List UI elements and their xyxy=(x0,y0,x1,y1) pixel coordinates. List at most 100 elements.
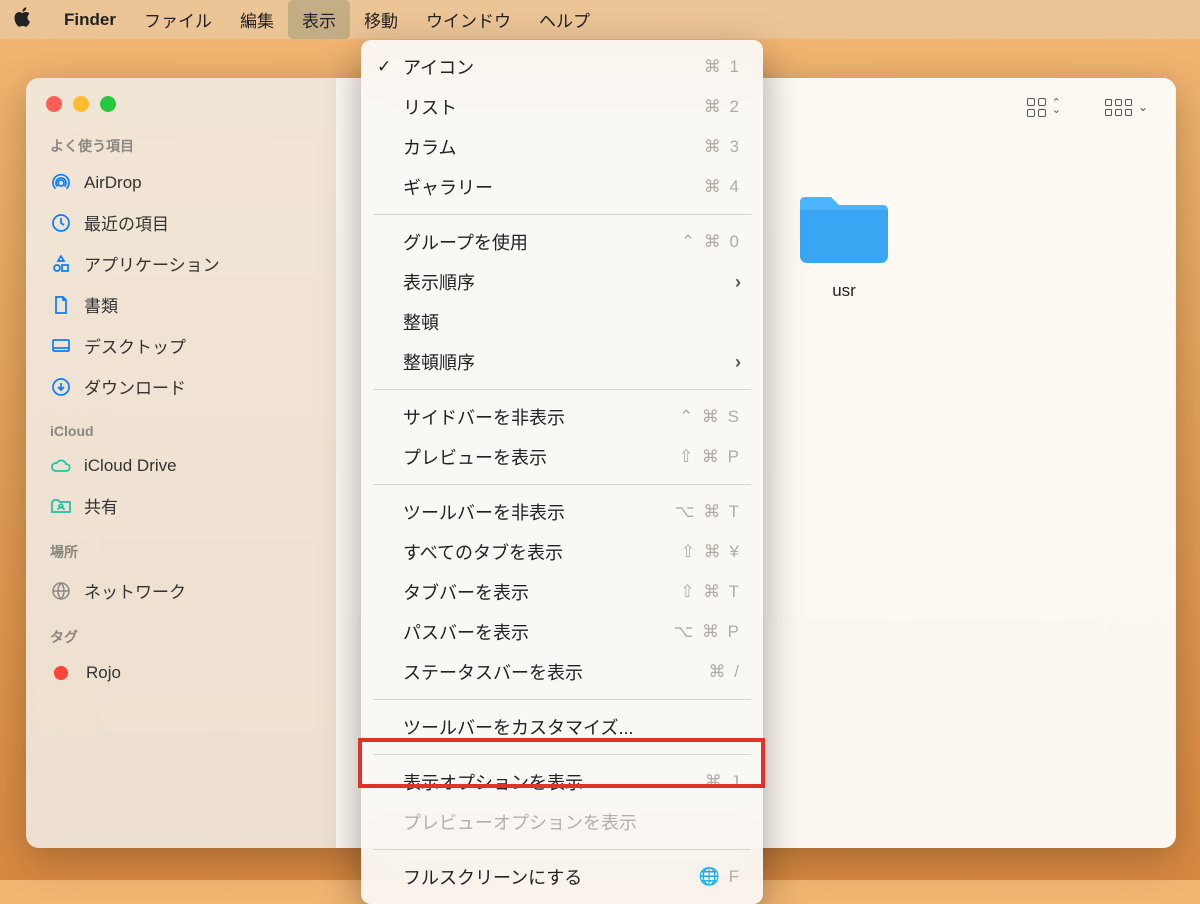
menu-hide-toolbar[interactable]: ツールバーを非表示 ⌥ ⌘ T xyxy=(361,492,763,532)
menu-item-label: パスバーを表示 xyxy=(403,619,529,645)
menu-use-groups[interactable]: グループを使用⌃ ⌘ 0 xyxy=(361,222,763,262)
menu-item-label: リスト xyxy=(403,94,457,120)
zoom-button[interactable] xyxy=(100,96,116,112)
menu-shortcut: 🌐 F xyxy=(699,867,741,887)
globe-icon xyxy=(50,580,72,602)
menu-sort-by[interactable]: 表示順序 › xyxy=(361,262,763,302)
sidebar-item-recents[interactable]: 最近の項目 xyxy=(38,202,324,243)
group-button[interactable]: ⌄ xyxy=(1105,99,1148,116)
sidebar-item-desktop[interactable]: デスクトップ xyxy=(38,325,324,366)
sidebar-item-network[interactable]: ネットワーク xyxy=(38,570,324,611)
window-controls xyxy=(46,96,324,112)
shared-folder-icon xyxy=(50,495,72,517)
menu-item-label: フルスクリーンにする xyxy=(403,864,582,890)
menu-view-as-icons[interactable]: ✓アイコン⌘ 1 xyxy=(361,47,763,87)
menubar-file[interactable]: ファイル xyxy=(130,0,226,39)
sidebar-item-icloud-drive[interactable]: iCloud Drive xyxy=(38,447,324,485)
sidebar-item-label: AirDrop xyxy=(84,173,142,193)
sidebar-tag-rojo[interactable]: Rojo xyxy=(38,655,324,691)
menu-item-label: 整頓 xyxy=(403,309,439,335)
menubar-view[interactable]: 表示 xyxy=(288,0,350,39)
menu-show-view-options[interactable]: 表示オプションを表示⌘ J xyxy=(361,762,763,802)
menu-item-label: タブバーを表示 xyxy=(403,579,529,605)
menu-item-label: 整頓順序 xyxy=(403,349,475,375)
menu-view-as-list[interactable]: リスト ⌘ 2 xyxy=(361,87,763,127)
menu-shortcut: ⇧ ⌘ P xyxy=(679,447,741,467)
apple-menu-icon[interactable] xyxy=(14,7,32,33)
sidebar-item-downloads[interactable]: ダウンロード xyxy=(38,366,324,407)
sidebar-item-applications[interactable]: アプリケーション xyxy=(38,243,324,284)
menu-item-label: ツールバーをカスタマイズ... xyxy=(403,714,633,740)
menu-shortcut: ⌘ 2 xyxy=(704,97,741,117)
menu-shortcut: ⌘ 1 xyxy=(704,57,741,77)
menu-clean-up[interactable]: 整頓 xyxy=(361,302,763,342)
sidebar-item-label: 書類 xyxy=(84,292,118,317)
menu-shortcut: ⌃ ⌘ 0 xyxy=(681,232,741,252)
menubar-window[interactable]: ウインドウ xyxy=(412,0,525,39)
menu-item-label: プレビューを表示 xyxy=(403,444,547,470)
sidebar-item-label: Rojo xyxy=(86,663,121,683)
clock-icon xyxy=(50,212,72,234)
menu-shortcut: ⌘ 3 xyxy=(704,137,741,157)
sidebar-header-locations: 場所 xyxy=(50,542,324,562)
download-icon xyxy=(50,376,72,398)
tag-color-dot xyxy=(54,666,68,680)
menu-show-all-tabs[interactable]: すべてのタブを表示⇧ ⌘ ¥ xyxy=(361,532,763,572)
close-button[interactable] xyxy=(46,96,62,112)
sidebar-item-label: ネットワーク xyxy=(84,578,186,603)
sidebar-item-shared[interactable]: 共有 xyxy=(38,485,324,526)
menu-view-as-gallery[interactable]: ギャラリー ⌘ 4 xyxy=(361,167,763,207)
submenu-arrow-icon: › xyxy=(735,352,741,373)
sidebar-item-label: アプリケーション xyxy=(84,251,220,276)
menu-item-label: サイドバーを非表示 xyxy=(403,404,565,430)
menu-show-preview-options: プレビューオプションを表示 xyxy=(361,802,763,842)
view-mode-button[interactable]: ⌃⌄ xyxy=(1027,98,1061,117)
sidebar-item-documents[interactable]: 書類 xyxy=(38,284,324,325)
menu-shortcut: ⇧ ⌘ T xyxy=(680,582,741,602)
folder-item-usr[interactable]: usr xyxy=(796,188,892,301)
menu-item-label: 表示オプションを表示 xyxy=(403,769,583,795)
sidebar-item-label: iCloud Drive xyxy=(84,456,177,476)
airdrop-icon xyxy=(50,172,72,194)
menu-customize-toolbar[interactable]: ツールバーをカスタマイズ... xyxy=(361,707,763,747)
menubar-edit[interactable]: 編集 xyxy=(226,0,288,39)
cloud-icon xyxy=(50,455,72,477)
menu-view-as-columns[interactable]: カラム ⌘ 3 xyxy=(361,127,763,167)
menu-item-label: カラム xyxy=(403,134,456,160)
menu-separator xyxy=(373,699,751,700)
menu-hide-sidebar[interactable]: サイドバーを非表示⌃ ⌘ S xyxy=(361,397,763,437)
menu-show-preview[interactable]: プレビューを表示 ⇧ ⌘ P xyxy=(361,437,763,477)
menu-separator xyxy=(373,484,751,485)
menu-item-label: ツールバーを非表示 xyxy=(403,499,565,525)
menu-enter-fullscreen[interactable]: フルスクリーンにする 🌐 F xyxy=(361,857,763,897)
menu-item-label: ステータスバーを表示 xyxy=(403,659,583,685)
menu-item-label: すべてのタブを表示 xyxy=(403,539,563,565)
menubar-help[interactable]: ヘルプ xyxy=(525,0,604,39)
menu-shortcut: ⌥ ⌘ T xyxy=(675,502,741,522)
sidebar-header-favorites: よく使う項目 xyxy=(50,136,324,156)
menu-show-status-bar[interactable]: ステータスバーを表示⌘ / xyxy=(361,652,763,692)
menubar-go[interactable]: 移動 xyxy=(350,0,412,39)
menu-separator xyxy=(373,849,751,850)
menubar-app-name[interactable]: Finder xyxy=(50,0,130,39)
menu-show-path-bar[interactable]: パスバーを表示⌥ ⌘ P xyxy=(361,612,763,652)
grid-dense-icon xyxy=(1105,99,1132,116)
document-icon xyxy=(50,294,72,316)
sidebar-item-airdrop[interactable]: AirDrop xyxy=(38,164,324,202)
menu-item-label: ギャラリー xyxy=(403,174,493,200)
submenu-arrow-icon: › xyxy=(735,272,741,293)
system-menubar: Finder ファイル 編集 表示 移動 ウインドウ ヘルプ xyxy=(0,0,1200,39)
menu-shortcut: ⌘ 4 xyxy=(704,177,741,197)
updown-chevron-icon: ⌃⌄ xyxy=(1052,100,1061,114)
folder-icon xyxy=(796,188,892,266)
menu-item-label: アイコン xyxy=(403,54,474,80)
menu-clean-up-by[interactable]: 整頓順序 › xyxy=(361,342,763,382)
desktop-icon xyxy=(50,335,72,357)
view-menu-dropdown: ✓アイコン⌘ 1 リスト⌘ 2 カラム⌘ 3 ギャラリー⌘ 4 グループを使用⌃… xyxy=(361,40,763,904)
menu-item-label: 表示順序 xyxy=(403,269,475,295)
sidebar-item-label: 共有 xyxy=(84,493,118,518)
minimize-button[interactable] xyxy=(73,96,89,112)
sidebar-item-label: ダウンロード xyxy=(84,374,186,399)
menu-show-tab-bar[interactable]: タブバーを表示 ⇧ ⌘ T xyxy=(361,572,763,612)
folder-name: usr xyxy=(796,281,892,301)
